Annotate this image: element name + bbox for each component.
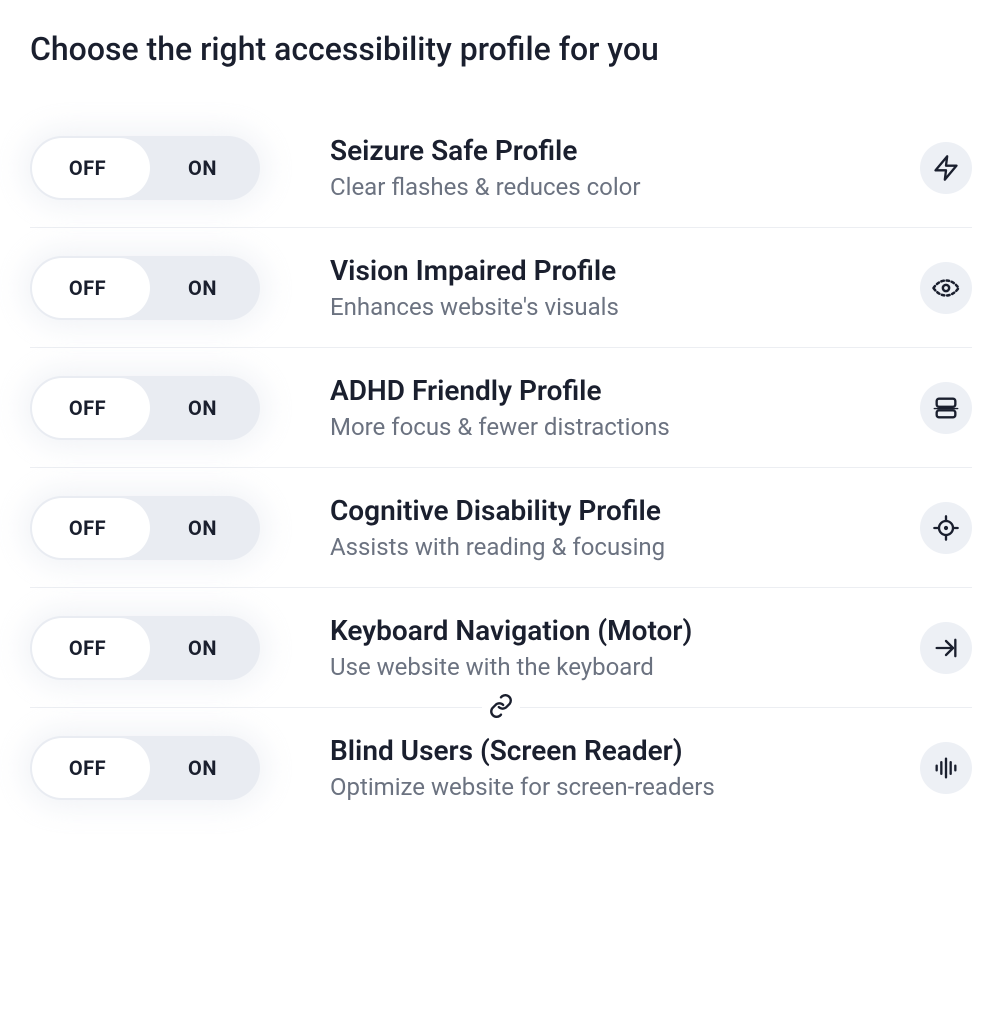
toggle-off-label: OFF: [30, 396, 145, 420]
section-heading: Choose the right accessibility profile f…: [30, 30, 972, 68]
toggle-on-label: ON: [145, 636, 260, 660]
profile-toggle[interactable]: OFFON: [30, 376, 260, 440]
profile-title: Cognitive Disability Profile: [330, 494, 920, 527]
profile-row: OFFON Blind Users (Screen Reader) Optimize…: [30, 708, 972, 827]
toggle-on-label: ON: [145, 276, 260, 300]
link-icon: [482, 691, 520, 725]
profile-text: Seizure Safe Profile Clear flashes & redu…: [260, 134, 920, 201]
toggle-on-label: ON: [145, 756, 260, 780]
soundwave-icon: [920, 742, 972, 794]
toggle-off-label: OFF: [30, 516, 145, 540]
profile-toggle[interactable]: OFFON: [30, 496, 260, 560]
target-icon: [920, 502, 972, 554]
toggle-off-label: OFF: [30, 156, 145, 180]
profile-description: Clear flashes & reduces color: [330, 173, 920, 201]
profile-row: OFFON Seizure Safe Profile Clear flashes &…: [30, 108, 972, 228]
profile-text: Keyboard Navigation (Motor) Use website w…: [260, 614, 920, 681]
profile-description: Enhances website's visuals: [330, 293, 920, 321]
toggle-on-label: ON: [145, 516, 260, 540]
profile-title: Vision Impaired Profile: [330, 254, 920, 287]
profiles-list: OFFONSeizure Safe ProfileClear flashes &…: [30, 108, 972, 827]
flash-icon: [920, 142, 972, 194]
profile-toggle[interactable]: OFFON: [30, 136, 260, 200]
profile-row: OFFON ADHD Friendly Profile More focus & f…: [30, 348, 972, 468]
profile-description: Optimize website for screen-readers: [330, 773, 920, 801]
profile-toggle[interactable]: OFFON: [30, 616, 260, 680]
profile-title: ADHD Friendly Profile: [330, 374, 920, 407]
profile-toggle[interactable]: OFFON: [30, 256, 260, 320]
profile-row: OFFON Keyboard Navigation (Motor) Use webs…: [30, 588, 972, 708]
focus-frame-icon: [920, 382, 972, 434]
profile-text: Blind Users (Screen Reader) Optimize webs…: [260, 734, 920, 801]
profile-title: Keyboard Navigation (Motor): [330, 614, 920, 647]
arrow-right-icon: [920, 622, 972, 674]
profile-row: OFFON Vision Impaired Profile Enhances web…: [30, 228, 972, 348]
profile-description: More focus & fewer distractions: [330, 413, 920, 441]
toggle-off-label: OFF: [30, 276, 145, 300]
toggle-off-label: OFF: [30, 636, 145, 660]
profile-text: Cognitive Disability Profile Assists with…: [260, 494, 920, 561]
profile-text: Vision Impaired Profile Enhances website'…: [260, 254, 920, 321]
profile-description: Use website with the keyboard: [330, 653, 920, 681]
eye-icon: [920, 262, 972, 314]
toggle-on-label: ON: [145, 396, 260, 420]
profile-title: Seizure Safe Profile: [330, 134, 920, 167]
profile-description: Assists with reading & focusing: [330, 533, 920, 561]
profile-toggle[interactable]: OFFON: [30, 736, 260, 800]
profile-text: ADHD Friendly Profile More focus & fewer …: [260, 374, 920, 441]
profile-title: Blind Users (Screen Reader): [330, 734, 920, 767]
profile-row: OFFON Cognitive Disability Profile Assists…: [30, 468, 972, 588]
toggle-off-label: OFF: [30, 756, 145, 780]
toggle-on-label: ON: [145, 156, 260, 180]
